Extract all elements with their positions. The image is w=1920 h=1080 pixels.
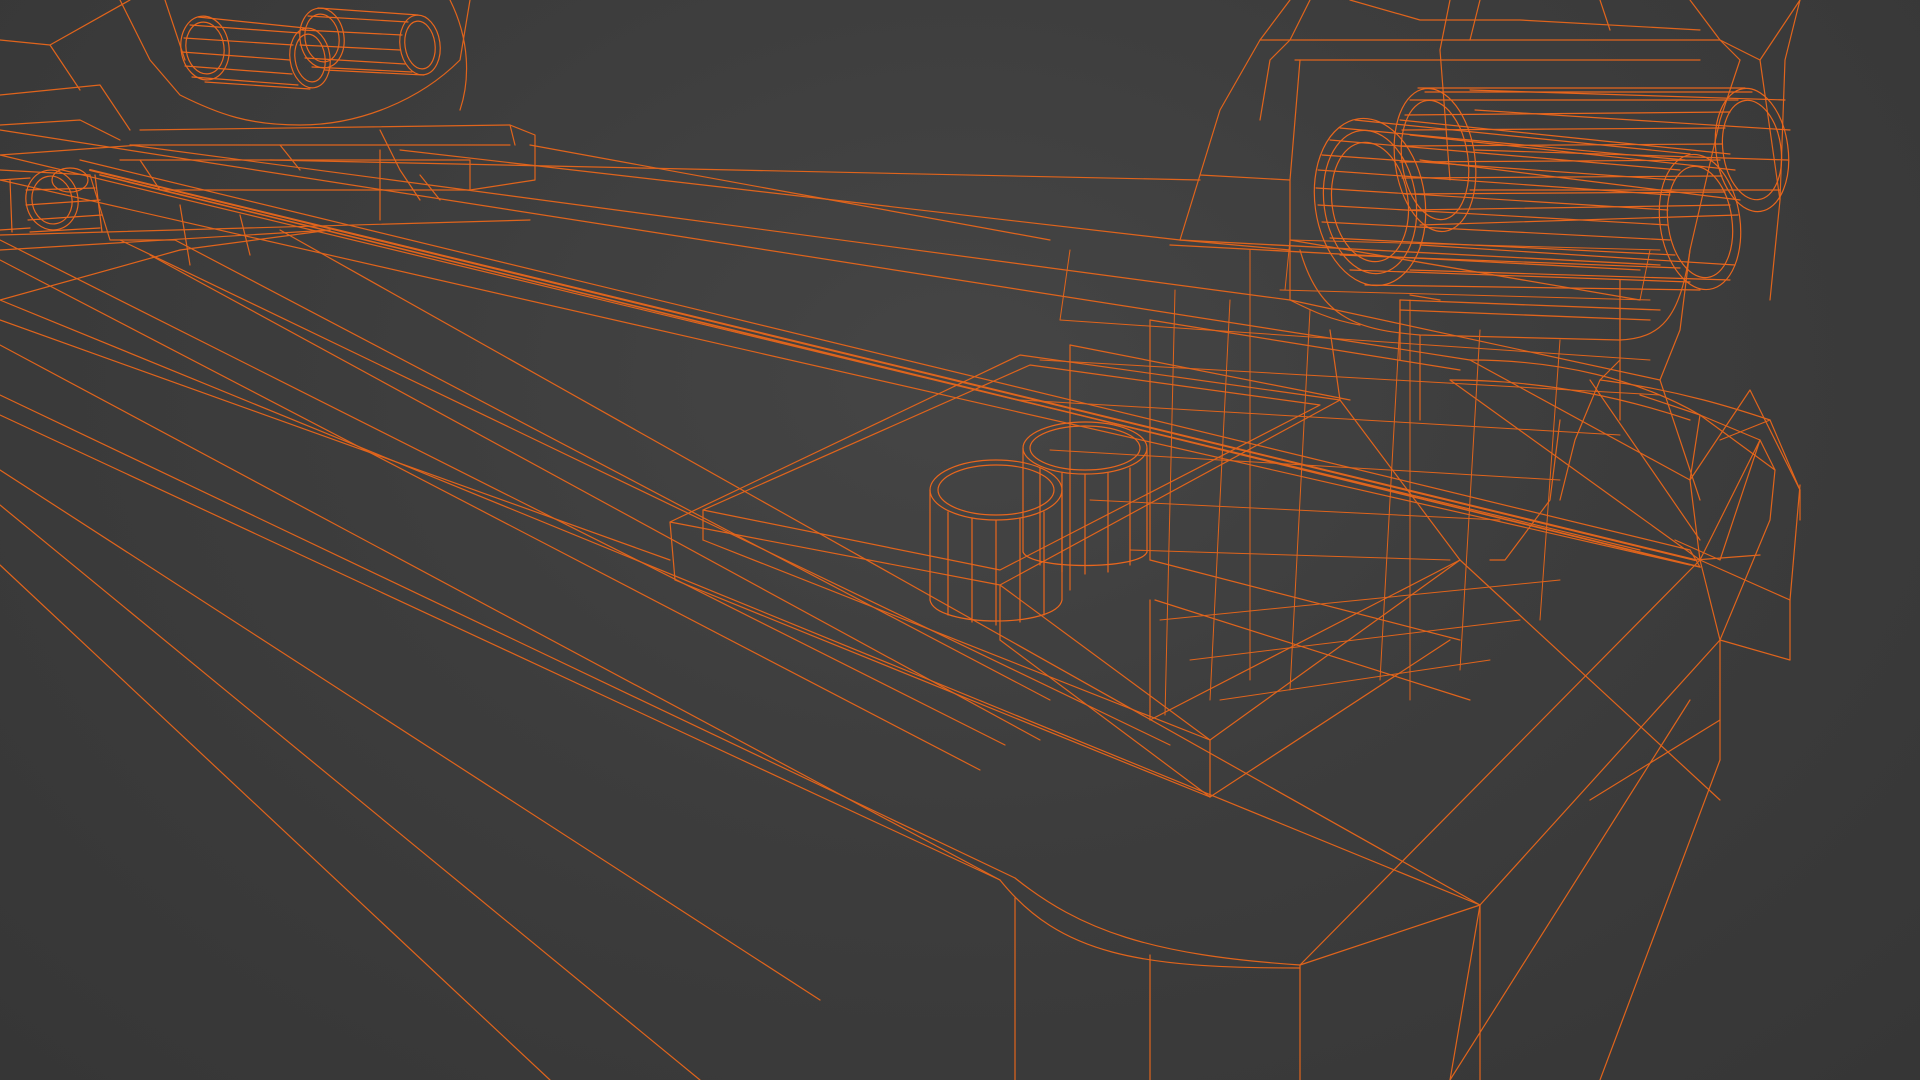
standoff-cylinders xyxy=(929,421,1148,626)
3d-viewport[interactable] xyxy=(0,0,1920,1080)
upper-right-housing xyxy=(1179,0,1801,421)
wireframe-model xyxy=(0,0,1801,1080)
large-rollers xyxy=(1313,87,1791,291)
upper-left-housing xyxy=(0,0,536,266)
small-rollers xyxy=(180,7,441,90)
tray-plate xyxy=(669,319,1471,798)
right-side-panel xyxy=(1459,484,1801,1080)
right-end-block xyxy=(1449,359,1801,641)
